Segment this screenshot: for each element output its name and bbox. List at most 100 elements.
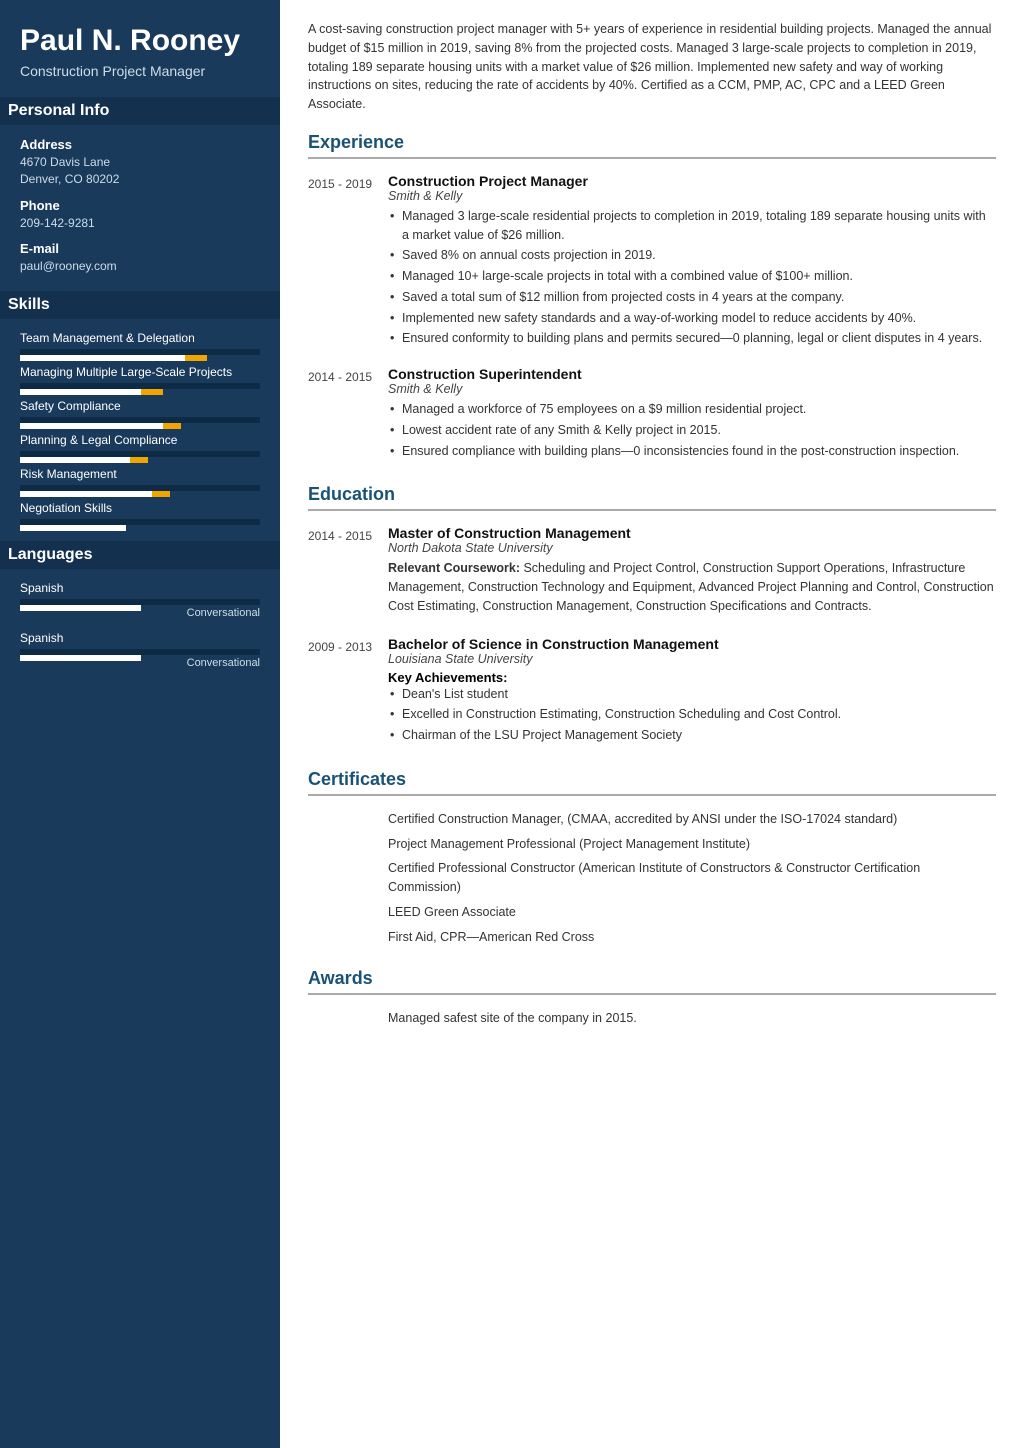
language-bar-fill — [20, 605, 141, 611]
skill-name: Team Management & Delegation — [20, 331, 260, 345]
experience-list: 2015 - 2019Construction Project ManagerS… — [308, 173, 996, 463]
education-degree: Bachelor of Science in Construction Mana… — [388, 636, 996, 652]
summary-text: A cost-saving construction project manag… — [308, 20, 996, 114]
skill-bar-extra — [185, 355, 207, 361]
experience-job-title: Construction Project Manager — [388, 173, 996, 189]
languages-list: SpanishConversationalSpanishConversation… — [20, 581, 260, 669]
education-degree: Master of Construction Management — [388, 525, 996, 541]
address-label: Address — [20, 137, 260, 152]
skill-bar-bg — [20, 349, 260, 355]
skill-bar-fill — [20, 491, 152, 497]
email-value: paul@rooney.com — [20, 258, 260, 275]
skill-name: Managing Multiple Large-Scale Projects — [20, 365, 260, 379]
education-bullet: Dean's List student — [388, 685, 996, 704]
language-bar-fill — [20, 655, 141, 661]
certificate-item: LEED Green Associate — [388, 903, 996, 922]
awards-list: Managed safest site of the company in 20… — [388, 1009, 996, 1028]
experience-bullet: Lowest accident rate of any Smith & Kell… — [388, 421, 996, 440]
language-bar-bg — [20, 649, 260, 655]
skill-bar-bg — [20, 451, 260, 457]
phone-value: 209-142-9281 — [20, 215, 260, 232]
certificate-item: Project Management Professional (Project… — [388, 835, 996, 854]
education-dates: 2009 - 2013 — [308, 636, 388, 747]
education-bullet: Chairman of the LSU Project Management S… — [388, 726, 996, 745]
education-row: 2009 - 2013Bachelor of Science in Constr… — [308, 636, 996, 747]
experience-bullets: Managed 3 large-scale residential projec… — [388, 207, 996, 348]
language-name: Spanish — [20, 581, 260, 595]
education-title: Education — [308, 484, 996, 511]
skill-item: Risk Management — [20, 467, 260, 491]
education-achievements-label: Key Achievements: — [388, 670, 996, 685]
phone-label: Phone — [20, 198, 260, 213]
skill-name: Safety Compliance — [20, 399, 260, 413]
skill-bar-extra — [141, 389, 163, 395]
experience-row: 2015 - 2019Construction Project ManagerS… — [308, 173, 996, 350]
education-section: Education 2014 - 2015Master of Construct… — [308, 484, 996, 747]
education-detail: Bachelor of Science in Construction Mana… — [388, 636, 996, 747]
experience-bullet: Managed a workforce of 75 employees on a… — [388, 400, 996, 419]
experience-bullet: Managed 3 large-scale residential projec… — [388, 207, 996, 245]
certificate-item: Certified Construction Manager, (CMAA, a… — [388, 810, 996, 829]
main-content: A cost-saving construction project manag… — [280, 0, 1024, 1448]
skill-item: Managing Multiple Large-Scale Projects — [20, 365, 260, 389]
experience-bullet: Managed 10+ large-scale projects in tota… — [388, 267, 996, 286]
experience-detail: Construction SuperintendentSmith & Kelly… — [388, 366, 996, 462]
certificate-item: Certified Professional Constructor (Amer… — [388, 859, 996, 897]
skills-section-title: Skills — [0, 291, 280, 319]
experience-company: Smith & Kelly — [388, 189, 996, 203]
experience-detail: Construction Project ManagerSmith & Kell… — [388, 173, 996, 350]
education-school: Louisiana State University — [388, 652, 996, 666]
education-bullet: Excelled in Construction Estimating, Con… — [388, 705, 996, 724]
experience-job-title: Construction Superintendent — [388, 366, 996, 382]
experience-bullet: Ensured compliance with building plans—0… — [388, 442, 996, 461]
award-item: Managed safest site of the company in 20… — [388, 1009, 996, 1028]
experience-company: Smith & Kelly — [388, 382, 996, 396]
skill-item: Team Management & Delegation — [20, 331, 260, 355]
language-name: Spanish — [20, 631, 260, 645]
experience-bullet: Saved a total sum of $12 million from pr… — [388, 288, 996, 307]
awards-title: Awards — [308, 968, 996, 995]
experience-row: 2014 - 2015Construction SuperintendentSm… — [308, 366, 996, 462]
languages-section-title: Languages — [0, 541, 280, 569]
skill-item: Negotiation Skills — [20, 501, 260, 525]
skill-name: Planning & Legal Compliance — [20, 433, 260, 447]
skill-bar-bg — [20, 519, 260, 525]
certificate-item: First Aid, CPR—American Red Cross — [388, 928, 996, 947]
skill-bar-extra — [163, 423, 181, 429]
skill-bar-fill — [20, 525, 126, 531]
experience-bullet: Implemented new safety standards and a w… — [388, 309, 996, 328]
education-row: 2014 - 2015Master of Construction Manage… — [308, 525, 996, 619]
skill-item: Planning & Legal Compliance — [20, 433, 260, 457]
experience-title: Experience — [308, 132, 996, 159]
experience-dates: 2015 - 2019 — [308, 173, 388, 350]
education-dates: 2014 - 2015 — [308, 525, 388, 619]
skill-name: Risk Management — [20, 467, 260, 481]
address-value: 4670 Davis LaneDenver, CO 80202 — [20, 154, 260, 188]
certificates-list: Certified Construction Manager, (CMAA, a… — [388, 810, 996, 947]
skill-bar-bg — [20, 417, 260, 423]
education-coursework: Relevant Coursework: Scheduling and Proj… — [388, 559, 996, 615]
email-label: E-mail — [20, 241, 260, 256]
skill-bar-fill — [20, 423, 163, 429]
awards-section: Awards Managed safest site of the compan… — [308, 968, 996, 1028]
sidebar-name: Paul N. Rooney — [20, 24, 260, 57]
skill-bar-bg — [20, 485, 260, 491]
experience-bullets: Managed a workforce of 75 employees on a… — [388, 400, 996, 460]
education-coursework-label: Relevant Coursework: — [388, 561, 523, 575]
sidebar-job-title: Construction Project Manager — [20, 63, 260, 79]
skill-item: Safety Compliance — [20, 399, 260, 423]
certificates-section: Certificates Certified Construction Mana… — [308, 769, 996, 947]
certificates-title: Certificates — [308, 769, 996, 796]
skill-bar-fill — [20, 457, 130, 463]
language-bar-bg — [20, 599, 260, 605]
skill-bar-fill — [20, 389, 141, 395]
experience-section: Experience 2015 - 2019Construction Proje… — [308, 132, 996, 463]
education-school: North Dakota State University — [388, 541, 996, 555]
personal-info-section-title: Personal Info — [0, 97, 280, 125]
experience-bullet: Ensured conformity to building plans and… — [388, 329, 996, 348]
skill-bar-bg — [20, 383, 260, 389]
language-item: SpanishConversational — [20, 631, 260, 669]
education-list: 2014 - 2015Master of Construction Manage… — [308, 525, 996, 747]
education-detail: Master of Construction ManagementNorth D… — [388, 525, 996, 619]
experience-dates: 2014 - 2015 — [308, 366, 388, 462]
